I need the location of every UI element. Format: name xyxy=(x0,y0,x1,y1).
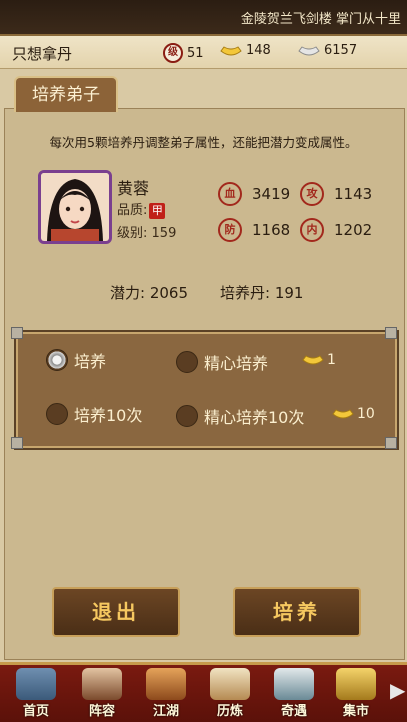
box-corner xyxy=(11,437,23,449)
silver-counter[interactable]: 6157 xyxy=(298,43,357,58)
jianghu-icon xyxy=(146,668,186,700)
attack-icon: 攻 xyxy=(300,182,324,206)
inner-icon: 内 xyxy=(300,218,324,242)
nav-jianghu-label: 江湖 xyxy=(152,704,179,719)
option-train-label: 培养 xyxy=(74,352,107,371)
player-level-value: 51 xyxy=(187,45,204,61)
defense-icon: 防 xyxy=(218,218,242,242)
radio-train-10[interactable] xyxy=(46,403,68,425)
adventure-icon xyxy=(274,668,314,700)
exit-button[interactable]: 退出 xyxy=(52,587,180,637)
box-corner xyxy=(385,437,397,449)
pill-value: 191 xyxy=(274,284,304,302)
careful-train-cost: 1 xyxy=(302,352,336,368)
market-icon xyxy=(336,668,376,700)
hp-value: 3419 xyxy=(252,185,291,203)
nav-training[interactable]: 历炼 xyxy=(200,664,260,719)
radio-careful-train[interactable] xyxy=(176,351,198,373)
hero-portrait-icon xyxy=(41,173,109,241)
radio-careful-train-10[interactable] xyxy=(176,405,198,427)
hero-level-label: 级别: xyxy=(117,226,148,241)
option-careful-train[interactable]: 精心培养 xyxy=(176,350,268,374)
hero-name: 黄蓉 xyxy=(117,179,150,198)
nav-market[interactable]: 集市 xyxy=(326,664,386,719)
nav-adventure-label: 奇遇 xyxy=(280,704,307,719)
training-description: 每次用5颗培养丹调整弟子属性，还能把潜力变成属性。 xyxy=(49,135,358,150)
option-careful-train-10-label: 精心培养10次 xyxy=(204,408,305,427)
gold-ingot-icon xyxy=(220,45,242,55)
train-button[interactable]: 培养 xyxy=(233,587,361,637)
player-level: 级 51 xyxy=(163,43,204,63)
attr-defense: 防 1168 xyxy=(218,218,290,242)
radio-train[interactable] xyxy=(46,349,68,371)
potential-value: 2065 xyxy=(149,284,189,302)
training-icon xyxy=(210,668,250,700)
defense-value: 1168 xyxy=(252,221,291,239)
option-train-10-label: 培养10次 xyxy=(74,406,143,425)
hero-quality: 品质: 甲 xyxy=(117,199,166,219)
announcement-text: 金陵贺兰飞剑楼 掌门从十里 xyxy=(240,12,401,27)
option-train[interactable]: 培养 xyxy=(46,348,106,372)
careful-train-cost-value: 1 xyxy=(327,352,336,368)
nav-lineup[interactable]: 阵容 xyxy=(72,664,132,719)
nav-home-label: 首页 xyxy=(22,704,49,719)
lineup-icon xyxy=(82,668,122,700)
careful-train-10-cost-value: 10 xyxy=(357,406,375,422)
level-icon: 级 xyxy=(163,43,183,63)
hp-icon: 血 xyxy=(218,182,242,206)
nav-jianghu[interactable]: 江湖 xyxy=(136,664,196,719)
inner-value: 1202 xyxy=(334,221,373,239)
hero-level: 级别: 159 xyxy=(117,222,176,241)
potential: 潜力: 2065 xyxy=(110,282,188,303)
box-corner xyxy=(11,327,23,339)
nav-adventure[interactable]: 奇遇 xyxy=(264,664,324,719)
attack-value: 1143 xyxy=(334,185,373,203)
nav-lineup-label: 阵容 xyxy=(88,704,115,719)
tab-train-disciple[interactable]: 培养弟子 xyxy=(14,76,118,112)
gold-ingot-icon xyxy=(332,409,354,419)
quality-badge: 甲 xyxy=(149,203,166,219)
nav-next-arrow-icon[interactable]: ▶ xyxy=(390,678,405,702)
quality-label: 品质: xyxy=(117,203,148,218)
box-corner xyxy=(385,327,397,339)
careful-train-10-cost: 10 xyxy=(332,406,375,422)
attr-attack: 攻 1143 xyxy=(300,182,372,206)
potential-label: 潜力: xyxy=(110,284,146,302)
silver-ingot-icon xyxy=(298,45,320,55)
nav-market-label: 集市 xyxy=(342,704,369,719)
hero-level-value: 159 xyxy=(151,226,177,241)
gold-value: 148 xyxy=(246,43,271,58)
option-careful-train-10[interactable]: 精心培养10次 xyxy=(176,404,304,428)
nav-home[interactable]: 首页 xyxy=(6,664,66,719)
training-pills: 培养丹: 191 xyxy=(220,282,303,303)
attr-hp: 血 3419 xyxy=(218,182,290,206)
pill-label: 培养丹: xyxy=(220,284,271,302)
hero-avatar[interactable] xyxy=(38,170,112,244)
player-name[interactable]: 只想拿丹 xyxy=(12,43,72,64)
gold-ingot-icon xyxy=(302,355,324,365)
option-careful-train-label: 精心培养 xyxy=(204,354,269,373)
nav-training-label: 历炼 xyxy=(216,704,243,719)
home-icon xyxy=(16,668,56,700)
option-train-10[interactable]: 培养10次 xyxy=(46,402,142,426)
attr-inner: 内 1202 xyxy=(300,218,372,242)
silver-value: 6157 xyxy=(324,43,358,58)
gold-counter[interactable]: 148 xyxy=(220,43,271,58)
